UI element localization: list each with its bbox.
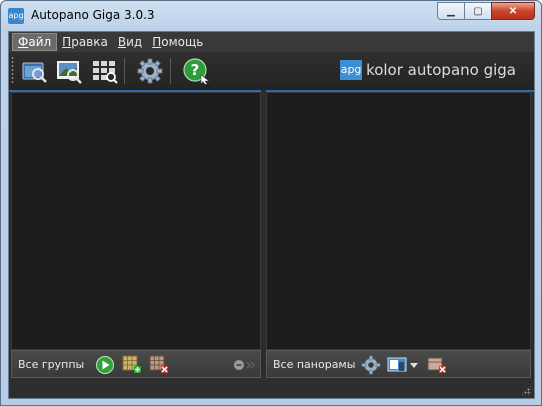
- menu-file-label: айл: [28, 35, 52, 49]
- window-title: Autopano Giga 3.0.3: [31, 8, 155, 22]
- menu-view-label: ид: [126, 35, 143, 49]
- help-button[interactable]: ?: [181, 56, 211, 86]
- minimize-button[interactable]: ▁: [437, 2, 464, 20]
- resize-grip[interactable]: [521, 385, 531, 395]
- double-chevron-right-icon: [246, 361, 255, 369]
- grid-add-icon: [122, 355, 141, 373]
- menu-file[interactable]: Файл: [12, 33, 58, 51]
- folder-search-icon: [22, 62, 47, 83]
- menu-edit-label: равка: [71, 35, 108, 49]
- panoramas-footer: Все панорамы: [266, 350, 531, 378]
- menu-edit[interactable]: Правка: [57, 33, 113, 51]
- brand-text: kolor autopano giga: [366, 61, 516, 79]
- export-dropdown-button[interactable]: [387, 355, 421, 375]
- render-button[interactable]: [95, 355, 115, 375]
- maximize-button[interactable]: ▢: [464, 2, 491, 20]
- app-icon[interactable]: apg: [8, 8, 24, 24]
- groups-footer: Все группы: [11, 350, 261, 378]
- app-window: apg Autopano Giga 3.0.3 ▁ ▢ ✕ Файл Правк…: [0, 0, 542, 406]
- select-folder-button[interactable]: [19, 56, 49, 86]
- svg-text:?: ?: [191, 61, 200, 79]
- menu-bar: Файл Правка Вид Помощь: [9, 32, 534, 52]
- toolbar-grip[interactable]: [11, 56, 14, 84]
- remove-group-button[interactable]: [149, 355, 169, 375]
- gear-icon: [137, 58, 163, 84]
- render-export-icon: [387, 357, 418, 372]
- gear-icon: [361, 355, 381, 375]
- panorama-remove-icon: [427, 357, 446, 373]
- client-area: Файл Правка Вид Помощь ? apg kolor autop…: [8, 31, 535, 399]
- all-groups-label: Все группы: [18, 358, 85, 371]
- grid-remove-icon: [149, 355, 168, 373]
- help-icon: ?: [183, 58, 210, 85]
- expand-button[interactable]: [244, 355, 260, 375]
- menu-file-mnemonic: Ф: [18, 35, 29, 49]
- menu-help[interactable]: Помощь: [147, 33, 208, 51]
- remove-panorama-button[interactable]: [427, 355, 447, 375]
- window-controls: ▁ ▢ ✕: [437, 2, 535, 20]
- status-bar: [9, 378, 534, 398]
- brand-logo: apg kolor autopano giga: [340, 60, 516, 80]
- toolbar: ? apg kolor autopano giga: [9, 52, 534, 90]
- grid-detect-icon: [93, 61, 118, 84]
- settings-button[interactable]: [135, 56, 165, 86]
- groups-panel[interactable]: [11, 92, 261, 350]
- select-images-button[interactable]: [54, 56, 84, 86]
- panorama-settings-button[interactable]: [361, 355, 381, 375]
- panoramas-panel[interactable]: [266, 92, 531, 350]
- menu-edit-mnemonic: П: [62, 35, 72, 49]
- detect-button[interactable]: [89, 56, 119, 86]
- image-search-icon: [57, 61, 82, 84]
- add-group-button[interactable]: [122, 355, 142, 375]
- title-bar[interactable]: apg Autopano Giga 3.0.3 ▁ ▢ ✕: [1, 1, 541, 31]
- all-panoramas-label: Все панорамы: [273, 358, 356, 371]
- close-button[interactable]: ✕: [491, 2, 535, 20]
- apg-logo-icon: apg: [340, 60, 363, 80]
- play-icon: [96, 356, 114, 374]
- toolbar-separator: [124, 58, 125, 84]
- menu-view[interactable]: Вид: [113, 33, 147, 51]
- toolbar-separator: [170, 58, 171, 84]
- menu-view-mnemonic: В: [117, 35, 127, 49]
- menu-help-mnemonic: П: [152, 35, 162, 49]
- menu-help-label: омощь: [161, 35, 204, 49]
